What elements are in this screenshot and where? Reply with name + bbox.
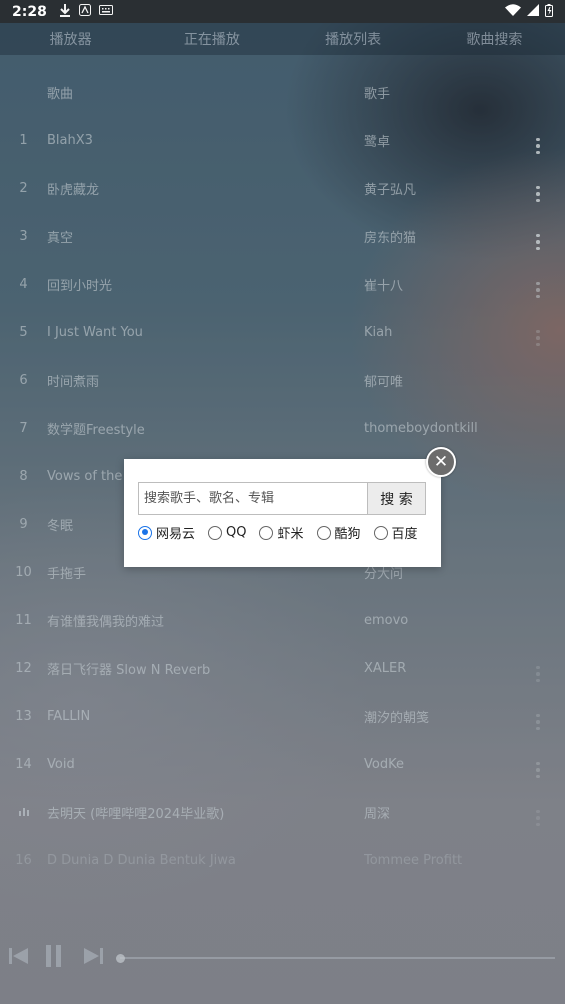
radio-button[interactable]: [373, 525, 388, 540]
signal-icon: [527, 4, 539, 19]
status-time: 2:28: [12, 3, 47, 20]
source-label: 酷狗: [334, 527, 361, 542]
source-option-baidu[interactable]: 百度: [373, 523, 418, 542]
source-label: 虾米: [277, 527, 304, 542]
tab-bar: 播放器 正在播放 播放列表 歌曲搜索: [0, 23, 565, 55]
tab-now-playing[interactable]: 正在播放: [141, 29, 282, 49]
status-bar: 2:28: [0, 0, 565, 23]
download-icon: [59, 3, 71, 20]
tab-player[interactable]: 播放器: [0, 29, 141, 49]
source-label: 百度: [391, 527, 418, 542]
search-bar: 搜 索: [138, 482, 426, 515]
source-option-qq[interactable]: QQ: [208, 525, 246, 540]
source-option-xiami[interactable]: 虾米: [259, 523, 304, 542]
app-notification-icon: [78, 4, 91, 19]
search-button[interactable]: 搜 索: [367, 483, 425, 514]
close-icon[interactable]: ✕: [426, 447, 456, 477]
source-selector: 网易云 QQ 虾米 酷狗 百度: [138, 523, 431, 542]
source-label: QQ: [226, 525, 247, 540]
radio-button[interactable]: [208, 525, 223, 540]
keyboard-icon: [98, 5, 113, 18]
search-dialog: ✕ 搜 索 网易云 QQ 虾米 酷狗 百度: [124, 447, 456, 567]
radio-button[interactable]: [138, 525, 152, 540]
source-option-kugou[interactable]: 酷狗: [316, 523, 361, 542]
tab-playlist[interactable]: 播放列表: [283, 29, 424, 49]
tab-song-search[interactable]: 歌曲搜索: [424, 29, 565, 49]
radio-button[interactable]: [259, 525, 274, 540]
wifi-icon: [505, 4, 521, 19]
radio-button[interactable]: [316, 525, 331, 540]
source-label: 网易云: [156, 527, 196, 542]
battery-icon: [545, 3, 553, 20]
search-input[interactable]: [139, 483, 367, 514]
source-option-netease[interactable]: 网易云: [138, 523, 195, 542]
